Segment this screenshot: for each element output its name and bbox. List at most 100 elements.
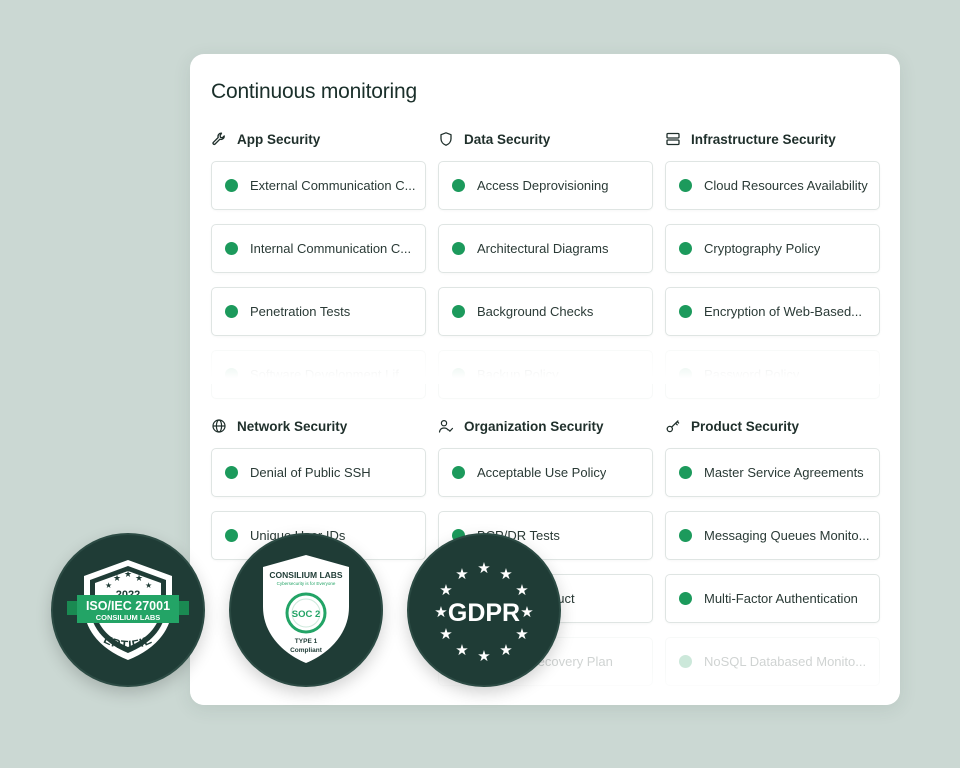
control-card[interactable]: Internal Communication C... [211,224,426,273]
section-header: Data Security [438,129,653,149]
status-dot [679,466,692,479]
section-label: Product Security [691,418,800,434]
star-icon: ★ [455,565,468,583]
iso-standard-label: ISO/IEC 27001 [86,599,170,613]
status-dot [452,368,465,381]
control-card[interactable]: Encryption of Web-Based... [665,287,880,336]
star-icon: ★ [135,573,143,583]
control-card[interactable]: Architectural Diagrams [438,224,653,273]
section-header: Product Security [665,416,880,436]
status-dot [225,368,238,381]
star-icon: ★ [439,581,452,599]
soc2-label: SOC 2 [292,609,321,620]
control-card[interactable]: Password Policy [665,350,880,399]
soc2-badge: CONSILIUM LABS Cybersecurity is for Ever… [229,533,383,687]
control-label: Encryption of Web-Based... [704,304,863,319]
section-label: App Security [237,131,321,147]
section-header: Organization Security [438,416,653,436]
control-card[interactable]: Access Deprovisioning [438,161,653,210]
status-dot [452,305,465,318]
control-label: Master Service Agreements [704,465,864,480]
control-card[interactable]: Cryptography Policy [665,224,880,273]
page-title: Continuous monitoring [211,80,417,103]
control-card[interactable]: External Communication C... [211,161,426,210]
status-dot [679,368,692,381]
control-label: Messaging Queues Monito... [704,528,870,543]
control-card[interactable]: Master Service Agreements [665,448,880,497]
status-dot [679,655,692,668]
status-dot [225,242,238,255]
star-icon: ★ [499,641,512,659]
wrench-icon [212,132,225,145]
section-header: App Security [211,129,426,149]
control-card[interactable]: Background Checks [438,287,653,336]
soc2-status: Compliant [290,647,323,654]
status-dot [679,592,692,605]
control-card[interactable]: Multi-Factor Authentication [665,574,880,623]
gdpr-badge: ★ ★ ★ ★ ★ ★ ★ ★ ★ ★ ★ ★ GDPR [407,533,561,687]
star-icon: ★ [455,641,468,659]
star-icon: ★ [439,625,452,643]
star-icon: ★ [124,569,132,579]
control-label: Cloud Resources Availability [704,178,868,193]
control-label: NoSQL Databased Monito... [704,654,867,669]
gdpr-badge-graphic: ★ ★ ★ ★ ★ ★ ★ ★ ★ ★ ★ ★ GDPR [434,559,533,665]
control-card[interactable]: Backup Policy [438,350,653,399]
control-label: Access Deprovisioning [477,178,609,193]
status-dot [452,466,465,479]
soc2-brand: CONSILIUM LABS [269,570,343,580]
soc2-type: TYPE 1 [295,638,318,645]
status-dot [225,466,238,479]
iso-27001-badge: ★ ★ ★ ★ ★ 2022 ISO/IEC 27001 CONSILIUM L… [51,533,205,687]
control-card[interactable]: Software Development Lif... [211,350,426,399]
section-header: Network Security [211,416,426,436]
star-icon: ★ [145,581,152,590]
gdpr-label: GDPR [448,599,520,627]
control-card[interactable]: Messaging Queues Monito... [665,511,880,560]
status-dot [679,242,692,255]
star-icon: ★ [105,581,112,590]
control-card[interactable]: Cloud Resources Availability [665,161,880,210]
control-label: Cryptography Policy [704,241,821,256]
control-label: Password Policy [704,367,800,382]
star-icon: ★ [499,565,512,583]
section-label: Network Security [237,418,348,434]
control-label: External Communication C... [250,178,416,193]
control-label: Multi-Factor Authentication [704,591,858,606]
user-check-icon [438,419,454,433]
status-dot [679,179,692,192]
control-card[interactable]: NoSQL Databased Monito... [665,637,880,686]
section-label: Data Security [464,131,551,147]
star-icon: ★ [515,581,528,599]
section-label: Infrastructure Security [691,131,836,147]
status-dot [452,179,465,192]
section-app-security: App Security External Communication C...… [211,129,426,413]
star-icon: ★ [515,625,528,643]
control-card[interactable]: Acceptable Use Policy [438,448,653,497]
star-icon: ★ [520,603,533,621]
status-dot [225,179,238,192]
control-label: Architectural Diagrams [477,241,609,256]
iso-badge-graphic: ★ ★ ★ ★ ★ 2022 ISO/IEC 27001 CONSILIUM L… [53,535,189,660]
control-label: Penetration Tests [250,304,351,319]
soc2-tagline: Cybersecurity is for Everyone [277,581,336,586]
section-data-security: Data Security Access Deprovisioning Arch… [438,129,653,413]
control-card[interactable]: Penetration Tests [211,287,426,336]
control-label: Internal Communication C... [250,241,412,256]
shield-icon [440,132,452,146]
section-product-security: Product Security Master Service Agreemen… [665,416,880,700]
star-icon: ★ [477,559,490,577]
control-card[interactable]: Denial of Public SSH [211,448,426,497]
control-label: Acceptable Use Policy [477,465,607,480]
key-icon [666,420,680,433]
status-dot [452,242,465,255]
status-dot [225,305,238,318]
status-dot [679,305,692,318]
section-header: Infrastructure Security [665,129,880,149]
soc2-badge-graphic: CONSILIUM LABS Cybersecurity is for Ever… [263,555,349,663]
server-icon [666,132,680,146]
star-icon: ★ [434,603,447,621]
section-label: Organization Security [464,418,604,434]
star-icon: ★ [113,573,121,583]
star-icon: ★ [477,647,490,665]
